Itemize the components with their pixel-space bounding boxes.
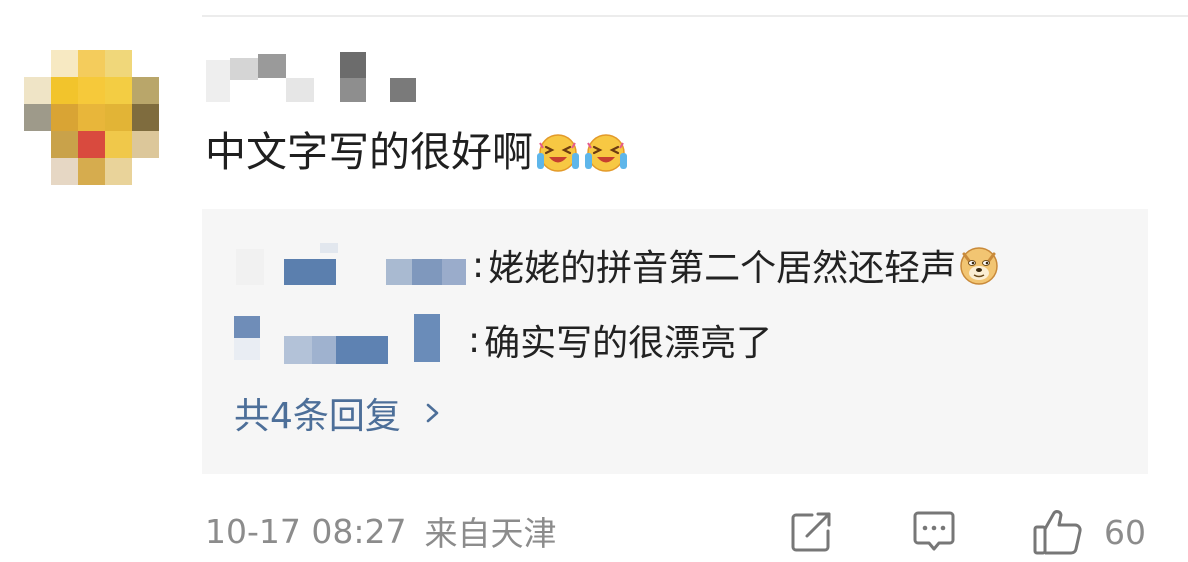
comment-text: 中文字写的很好啊 xyxy=(205,128,533,176)
reply-text: 确实写的很漂亮了 xyxy=(484,323,773,364)
comment-time: 10-17 08:27 xyxy=(205,511,407,551)
doge-emoji-icon xyxy=(960,247,998,285)
view-all-replies-link[interactable]: 共4条回复 xyxy=(234,389,443,437)
like-count: 60 xyxy=(1104,512,1146,552)
reply-username[interactable] xyxy=(232,314,468,366)
username[interactable] xyxy=(206,52,426,106)
reply-colon: : xyxy=(472,244,485,286)
view-replies-label: 共4条回复 xyxy=(234,396,401,437)
share-icon xyxy=(791,512,831,552)
reply-username[interactable] xyxy=(232,239,472,291)
comment-button[interactable] xyxy=(910,506,958,558)
chevron-right-icon xyxy=(426,403,439,423)
top-divider xyxy=(202,15,1188,17)
avatar[interactable] xyxy=(24,50,160,185)
like-icon xyxy=(1033,510,1082,555)
comment-location: 来自天津 xyxy=(424,514,557,553)
like-button[interactable]: 60 xyxy=(1032,506,1146,558)
reply-text: 姥姥的拼音第二个居然还轻声 xyxy=(488,248,957,289)
laughing-crying-emoji-icon xyxy=(537,134,579,172)
comment-text-row: 中文字写的很好啊 xyxy=(205,122,629,182)
comment-meta: 10-17 08:27 来自天津 xyxy=(205,507,556,555)
reply-item[interactable]: : 确实写的很漂亮了 xyxy=(232,314,772,366)
laughing-crying-emoji-icon xyxy=(585,134,627,172)
share-button[interactable] xyxy=(788,506,834,558)
replies-box[interactable]: : 姥姥的拼音第二个居然还轻声 : 确实写的很漂亮了 共4条回复 xyxy=(202,209,1148,474)
comment-icon xyxy=(913,511,955,551)
reply-item[interactable]: : 姥姥的拼音第二个居然还轻声 xyxy=(232,239,1000,291)
reply-colon: : xyxy=(468,319,481,361)
